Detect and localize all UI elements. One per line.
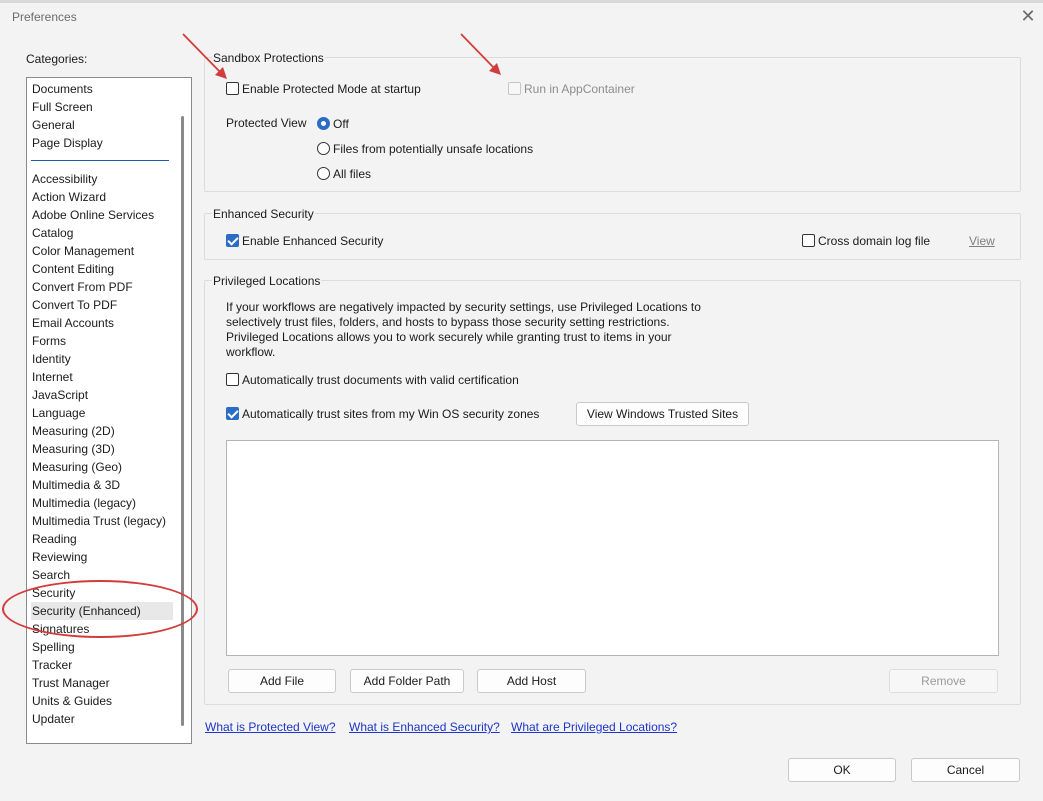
category-item[interactable]: Updater: [31, 710, 75, 728]
category-item[interactable]: Convert From PDF: [31, 278, 133, 296]
protected-view-off-radio[interactable]: [317, 117, 330, 130]
privileged-locations-help-link[interactable]: What are Privileged Locations?: [511, 720, 677, 734]
window-title: Preferences: [12, 10, 77, 24]
category-item[interactable]: Content Editing: [31, 260, 114, 278]
category-item[interactable]: Accessibility: [31, 170, 97, 188]
category-item[interactable]: Page Display: [31, 134, 103, 152]
category-item[interactable]: Security: [31, 584, 75, 602]
category-item[interactable]: Language: [31, 404, 85, 422]
category-item[interactable]: Signatures: [31, 620, 89, 638]
enhanced-security-label[interactable]: Enable Enhanced Security: [242, 234, 383, 248]
category-item[interactable]: Full Screen: [31, 98, 93, 116]
category-item[interactable]: Forms: [31, 332, 66, 350]
category-item[interactable]: Tracker: [31, 656, 72, 674]
add-file-button[interactable]: Add File: [228, 669, 336, 693]
protected-view-all-label[interactable]: All files: [333, 167, 371, 181]
view-trusted-sites-button[interactable]: View Windows Trusted Sites: [576, 402, 749, 426]
categories-label: Categories:: [26, 52, 88, 66]
category-item[interactable]: Multimedia (legacy): [31, 494, 136, 512]
category-item[interactable]: General: [31, 116, 75, 134]
category-item[interactable]: Security (Enhanced): [31, 602, 173, 620]
category-item[interactable]: Internet: [31, 368, 73, 386]
category-item[interactable]: Multimedia & 3D: [31, 476, 120, 494]
view-log-link[interactable]: View: [969, 234, 995, 248]
category-item[interactable]: Reading: [31, 530, 77, 548]
add-folder-path-button[interactable]: Add Folder Path: [350, 669, 464, 693]
category-item[interactable]: Reviewing: [31, 548, 87, 566]
cross-domain-checkbox[interactable]: [802, 234, 815, 247]
description-line: selectively trust files, folders, and ho…: [226, 315, 670, 329]
arrow-annotation-left: [182, 33, 227, 79]
category-item[interactable]: Spelling: [31, 638, 75, 656]
category-item[interactable]: Catalog: [31, 224, 73, 242]
category-item[interactable]: Multimedia Trust (legacy): [31, 512, 166, 530]
auto-trust-cert-checkbox[interactable]: [226, 373, 239, 386]
categories-scrollbar[interactable]: [181, 116, 184, 726]
privileged-locations-list[interactable]: [226, 440, 999, 656]
protected-view-off-label[interactable]: Off: [333, 117, 349, 131]
enhanced-security-help-link[interactable]: What is Enhanced Security?: [349, 720, 500, 734]
category-separator: [31, 160, 169, 161]
categories-list[interactable]: Documents Full Screen General Page Displ…: [26, 77, 192, 744]
cross-domain-label[interactable]: Cross domain log file: [818, 234, 930, 248]
arrow-annotation-right: [460, 33, 501, 75]
protected-view-help-link[interactable]: What is Protected View?: [205, 720, 336, 734]
protected-mode-label[interactable]: Enable Protected Mode at startup: [242, 82, 421, 96]
description-line: If your workflows are negatively impacte…: [226, 300, 701, 314]
add-host-button[interactable]: Add Host: [477, 669, 586, 693]
category-item[interactable]: Documents: [31, 80, 93, 98]
auto-trust-sites-label[interactable]: Automatically trust sites from my Win OS…: [242, 407, 539, 421]
protected-view-unsafe-label[interactable]: Files from potentially unsafe locations: [333, 142, 533, 156]
description-line: workflow.: [226, 345, 276, 359]
category-item[interactable]: Action Wizard: [31, 188, 106, 206]
category-item[interactable]: Color Management: [31, 242, 134, 260]
category-item[interactable]: Identity: [31, 350, 71, 368]
auto-trust-sites-checkbox[interactable]: [226, 407, 239, 420]
category-item[interactable]: Email Accounts: [31, 314, 114, 332]
privileged-group-title: Privileged Locations: [212, 274, 322, 288]
protected-view-unsafe-radio[interactable]: [317, 142, 330, 155]
category-item[interactable]: Adobe Online Services: [31, 206, 154, 224]
category-item[interactable]: Measuring (Geo): [31, 458, 122, 476]
enhanced-security-checkbox[interactable]: [226, 234, 239, 247]
category-item[interactable]: Units & Guides: [31, 692, 112, 710]
category-item[interactable]: Convert To PDF: [31, 296, 117, 314]
auto-trust-cert-label[interactable]: Automatically trust documents with valid…: [242, 373, 519, 387]
appcontainer-label: Run in AppContainer: [524, 82, 635, 96]
remove-button[interactable]: Remove: [889, 669, 998, 693]
privileged-description: If your workflows are negatively impacte…: [226, 300, 716, 360]
top-strip: [0, 0, 1043, 3]
cancel-button[interactable]: Cancel: [911, 758, 1020, 782]
category-item[interactable]: Search: [31, 566, 70, 584]
ok-button[interactable]: OK: [788, 758, 896, 782]
description-line: Privileged Locations allows you to work …: [226, 330, 672, 344]
protected-view-label: Protected View: [226, 116, 307, 130]
close-icon[interactable]: ✕: [1019, 5, 1037, 27]
enhanced-group-title: Enhanced Security: [212, 207, 315, 221]
protected-view-all-radio[interactable]: [317, 167, 330, 180]
category-item[interactable]: Measuring (3D): [31, 440, 115, 458]
category-item[interactable]: Trust Manager: [31, 674, 110, 692]
category-item[interactable]: JavaScript: [31, 386, 88, 404]
category-item[interactable]: Measuring (2D): [31, 422, 115, 440]
